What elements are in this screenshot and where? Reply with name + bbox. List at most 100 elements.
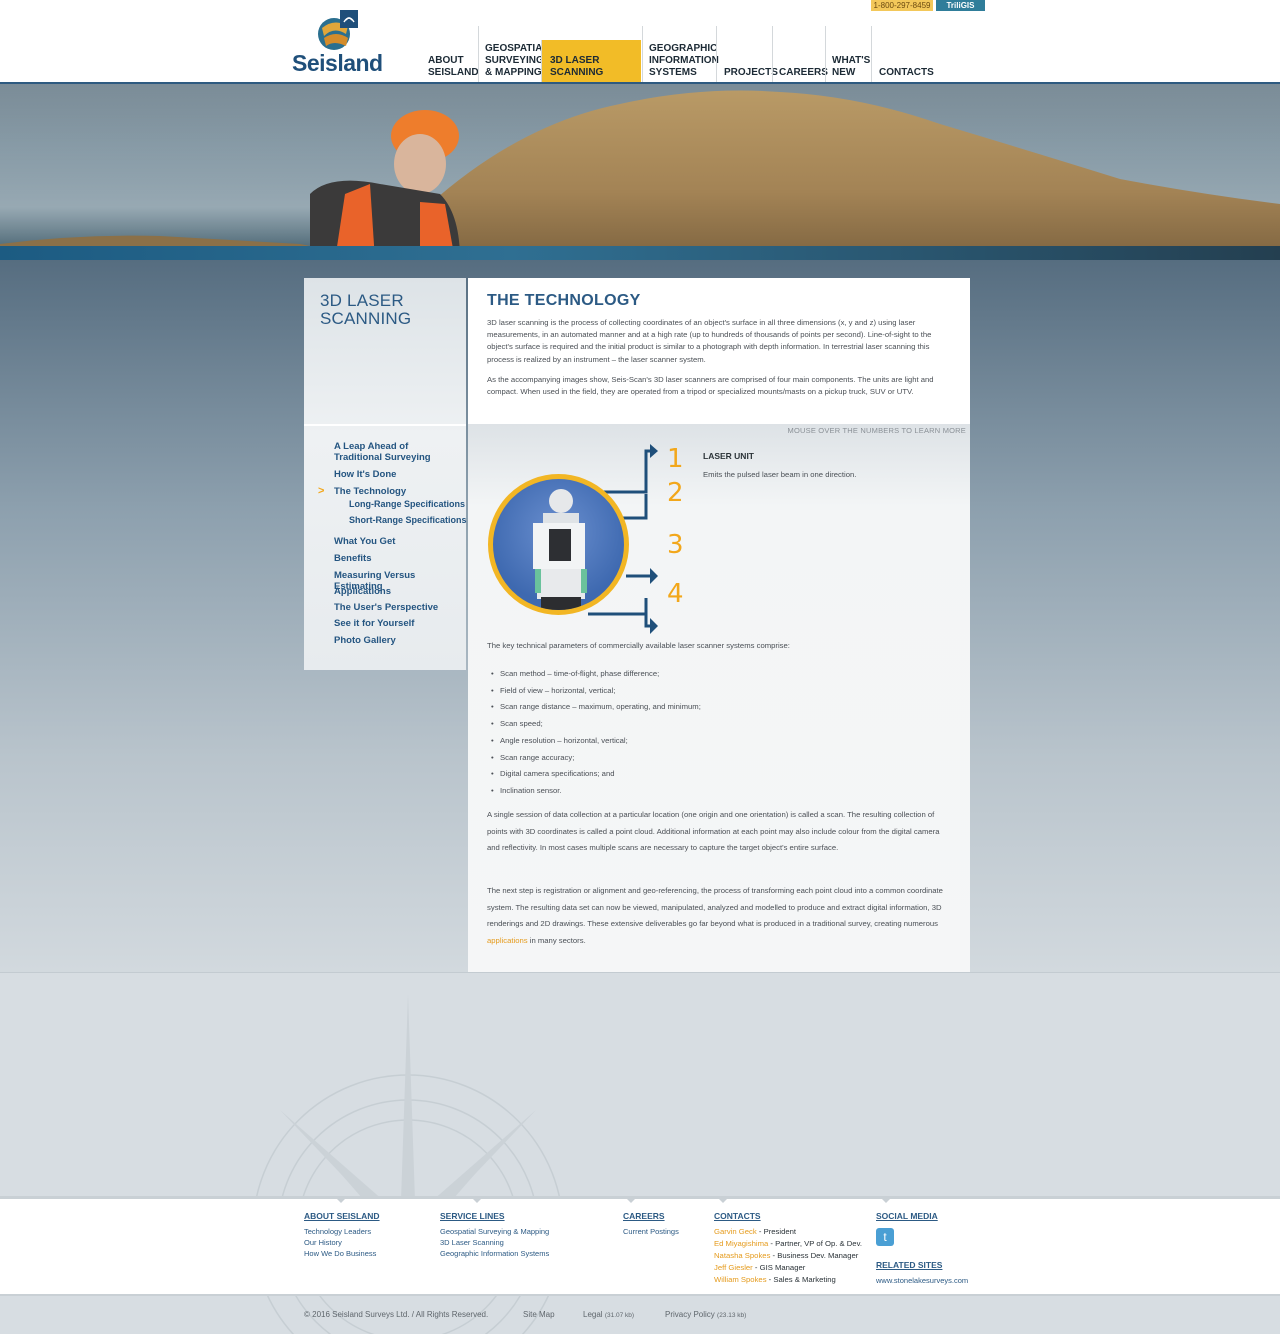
list-item: Scan speed;	[488, 716, 948, 733]
component-number-3[interactable]: 3	[667, 530, 684, 560]
site-map-link[interactable]: Site Map	[523, 1310, 555, 1319]
footer: ABOUT SEISLAND Technology Leaders Our Hi…	[0, 1196, 1280, 1296]
component-number-1[interactable]: 1	[667, 444, 684, 474]
file-size: (31.07 kb)	[604, 1312, 635, 1319]
nav-projects[interactable]: PROJECTS	[716, 26, 778, 82]
sidebar-item-benefits[interactable]: Benefits	[334, 553, 458, 564]
sidebar-item-see-it-yourself[interactable]: See it for Yourself	[334, 618, 458, 629]
seisland-logo[interactable]: Seisland	[292, 8, 402, 76]
page-title: THE TECHNOLOGY	[487, 292, 641, 309]
footer-link[interactable]: Current Postings	[623, 1226, 679, 1237]
twitter-icon[interactable]: t	[876, 1228, 894, 1246]
nav-3d-laser-scanning[interactable]: 3D LASER SCANNING	[541, 40, 641, 82]
footer-heading[interactable]: RELATED SITES	[876, 1260, 986, 1270]
footer-about-column: ABOUT SEISLAND Technology Leaders Our Hi…	[304, 1211, 380, 1259]
nav-label: & MAPPING	[485, 67, 542, 78]
trilgis-login-button[interactable]: TriliGIS Login	[936, 0, 985, 21]
component-number-2[interactable]: 2	[667, 478, 684, 508]
contact-role: Sales & Marketing	[773, 1275, 836, 1284]
contact-name-link[interactable]: Ed Miyagishima	[714, 1239, 768, 1248]
footer-heading[interactable]: CAREERS	[623, 1211, 679, 1221]
phone-number[interactable]: 1-800-297-8459	[871, 0, 933, 11]
nav-label: ABOUT	[428, 55, 464, 66]
paragraph-text: The next step is registration or alignme…	[487, 886, 943, 929]
intro-paragraph: 3D laser scanning is the process of coll…	[487, 318, 932, 364]
footer-link[interactable]: Geospatial Surveying & Mapping	[440, 1226, 549, 1237]
footer-heading[interactable]: ABOUT SEISLAND	[304, 1211, 380, 1221]
related-site-link[interactable]: www.stonelakesurveys.com	[876, 1275, 986, 1286]
list-item: Field of view – horizontal, vertical;	[488, 683, 948, 700]
footer-social-column: SOCIAL MEDIA t RELATED SITES www.stonela…	[876, 1211, 986, 1286]
list-item: Scan range distance – maximum, operating…	[488, 699, 948, 716]
contact-entry: Jeff Giesler - GIS Manager	[714, 1263, 806, 1272]
component-description: Emits the pulsed laser beam in one direc…	[703, 470, 857, 479]
contact-name-link[interactable]: Garvin Geck	[714, 1227, 757, 1236]
nav-label: CAREERS	[779, 67, 828, 78]
nav-contacts[interactable]: CONTACTS	[871, 26, 941, 82]
footer-link[interactable]: 3D Laser Scanning	[440, 1237, 549, 1248]
sidebar-item-how-its-done[interactable]: How It's Done	[334, 469, 458, 480]
contact-role: GIS Manager	[759, 1263, 806, 1272]
contact-name-link[interactable]: Jeff Giesler	[714, 1263, 753, 1272]
nav-geographic-information-systems[interactable]: GEOGRAPHIC INFORMATION SYSTEMS	[642, 26, 719, 82]
sidebar-item-short-range-specs[interactable]: Short-Range Specifications	[349, 515, 473, 526]
contact-name-link[interactable]: William Spokes	[714, 1275, 767, 1284]
contact-entry: Natasha Spokes - Business Dev. Manager	[714, 1251, 859, 1260]
contact-role: Partner, VP of Op. & Dev.	[775, 1239, 862, 1248]
footer-link[interactable]: Technology Leaders	[304, 1226, 380, 1237]
hero-banner	[0, 84, 1280, 260]
nav-label: WHAT'S	[832, 55, 871, 66]
copyright-text: © 2016 Seisland Surveys Ltd. / All Right…	[304, 1310, 489, 1319]
scan-paragraph: A single session of data collection at a…	[487, 810, 940, 853]
globe-logo-icon	[318, 10, 358, 50]
legal-label: Legal	[583, 1310, 603, 1319]
contact-name-link[interactable]: Natasha Spokes	[714, 1251, 770, 1260]
footer-heading[interactable]: SOCIAL MEDIA	[876, 1211, 986, 1221]
nav-label: NEW	[832, 67, 856, 78]
components-paragraph: As the accompanying images show, Seis-Sc…	[487, 375, 934, 397]
parameters-intro: The key technical parameters of commerci…	[487, 641, 790, 650]
footer-heading[interactable]: SERVICE LINES	[440, 1211, 549, 1221]
footer-contacts-column: CONTACTS Garvin Geck - President Ed Miya…	[714, 1211, 879, 1286]
file-size: (23.13 kb)	[717, 1312, 747, 1319]
list-item: Digital camera specifications; and	[488, 766, 948, 783]
sidebar-item-the-technology[interactable]: The Technology	[334, 486, 458, 497]
sidebar-title: 3D LASER SCANNING	[320, 291, 412, 328]
footer-link[interactable]: Our History	[304, 1237, 380, 1248]
sidebar-item-what-you-get[interactable]: What You Get	[334, 536, 458, 547]
nav-about-seisland[interactable]: ABOUT SEISLAND	[428, 26, 479, 82]
applications-link[interactable]: applications	[487, 936, 528, 945]
nav-label: PROJECTS	[724, 67, 778, 78]
nav-label: GEOSPATIAL	[485, 43, 549, 54]
list-item: Angle resolution – horizontal, vertical;	[488, 733, 948, 750]
footer-heading[interactable]: CONTACTS	[714, 1211, 879, 1221]
sidebar-item-users-perspective[interactable]: The User's Perspective	[334, 602, 458, 613]
footer-careers-column: CAREERS Current Postings	[623, 1211, 679, 1237]
sidebar-item-photo-gallery[interactable]: Photo Gallery	[334, 635, 458, 646]
contact-role: Business Dev. Manager	[777, 1251, 859, 1260]
nav-label: GEOGRAPHIC	[649, 43, 718, 54]
nav-label: CONTACTS	[879, 67, 934, 78]
list-item: Scan method – time-of-flight, phase diff…	[488, 666, 948, 683]
footer-link[interactable]: How We Do Business	[304, 1248, 380, 1259]
nav-geospatial-surveying[interactable]: GEOSPATIAL SURVEYING & MAPPING	[478, 26, 549, 82]
sidebar-item-leap-ahead[interactable]: A Leap Ahead of Traditional Surveying	[334, 441, 458, 463]
component-number-4[interactable]: 4	[667, 579, 684, 609]
privacy-policy-link[interactable]: Privacy Policy (23.13 kb)	[665, 1310, 746, 1319]
main-content: THE TECHNOLOGY 3D laser scanning is the …	[468, 278, 970, 972]
nav-label: SURVEYING	[485, 55, 544, 66]
nav-label: SEISLAND	[428, 67, 479, 78]
legal-link[interactable]: Legal (31.07 kb)	[583, 1310, 634, 1319]
active-arrow-icon: >	[318, 485, 325, 497]
nav-careers[interactable]: CAREERS	[772, 26, 828, 82]
nav-whats-new[interactable]: WHAT'S NEW	[825, 26, 871, 82]
sidebar-item-applications[interactable]: Applications	[334, 586, 458, 597]
laser-scanner-photo	[488, 474, 629, 615]
nav-label: 3D LASER SCANNING	[550, 55, 604, 78]
contact-entry: Garvin Geck - President	[714, 1227, 797, 1236]
footer-link[interactable]: Geographic Information Systems	[440, 1248, 549, 1259]
list-item: Scan range accuracy;	[488, 750, 948, 767]
sidebar-item-long-range-specs[interactable]: Long-Range Specifications	[349, 499, 473, 510]
logo-text: Seisland	[292, 50, 383, 76]
hero-photo-sand-pile	[0, 90, 1280, 260]
